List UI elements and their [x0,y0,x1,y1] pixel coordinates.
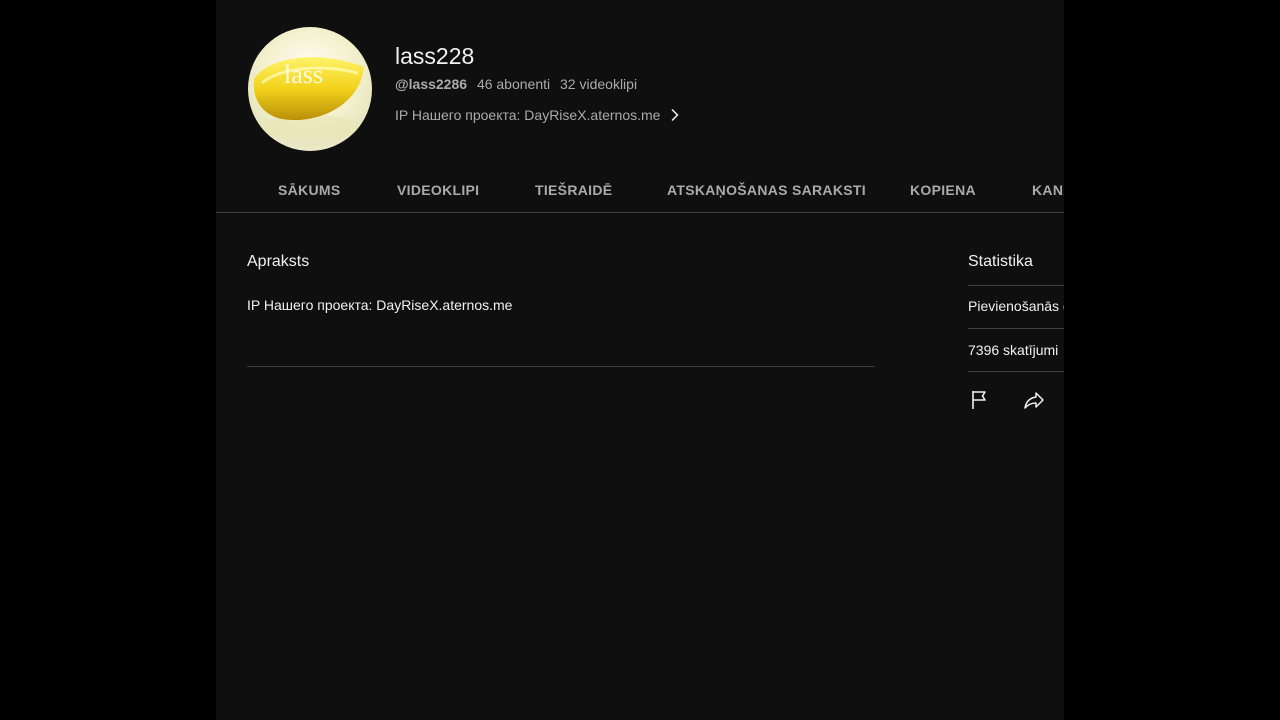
chevron-right-icon [668,108,682,122]
stats-title: Statistika [968,253,1033,270]
subscriber-count: 46 abonenti [476,76,551,92]
share-icon[interactable] [1022,388,1046,412]
video-count: 32 videoklipi [560,76,638,92]
stats-joined-date: Pievienošanās datums [968,298,1064,314]
about-title: Apraksts [247,253,310,270]
stats-view-count: 7396 skatījumi [968,342,1059,358]
channel-name: lass228 [395,43,475,69]
tab-channels[interactable]: KANĀLI [1032,182,1064,198]
avatar-watermark-text: lass [284,60,323,89]
channel-tabs: SĀKUMS VIDEOKLIPI TIEŠRAIDĒ ATSKAŅOŠANAS… [216,168,1064,213]
channel-handle: @lass2286 [395,76,468,92]
banana-avatar-image: lass [253,57,364,139]
channel-description-link[interactable]: IP Нашего проекта: DayRiseX.aternos.me [395,107,682,123]
channel-avatar[interactable]: lass [248,27,372,151]
tab-community[interactable]: KOPIENA [910,182,976,198]
flag-icon[interactable] [968,388,992,412]
stats-divider-2 [968,328,1064,329]
tab-home[interactable]: SĀKUMS [278,182,340,198]
tab-videos[interactable]: VIDEOKLIPI [397,182,479,198]
channel-meta: @lass2286 46 abonenti 32 videoklipi [395,76,643,92]
about-divider [247,366,875,367]
channel-description-text: IP Нашего проекта: DayRiseX.aternos.me [395,107,661,123]
stats-divider-1 [968,285,1064,286]
channel-page: lass lass228 @lass2286 46 abonenti 32 vi… [216,0,1064,720]
about-description: IP Нашего проекта: DayRiseX.aternos.me [247,297,513,313]
tab-live[interactable]: TIEŠRAIDĒ [535,182,612,198]
stats-divider-3 [968,371,1064,372]
tab-playlists[interactable]: ATSKAŅOŠANAS SARAKSTI [667,182,866,198]
